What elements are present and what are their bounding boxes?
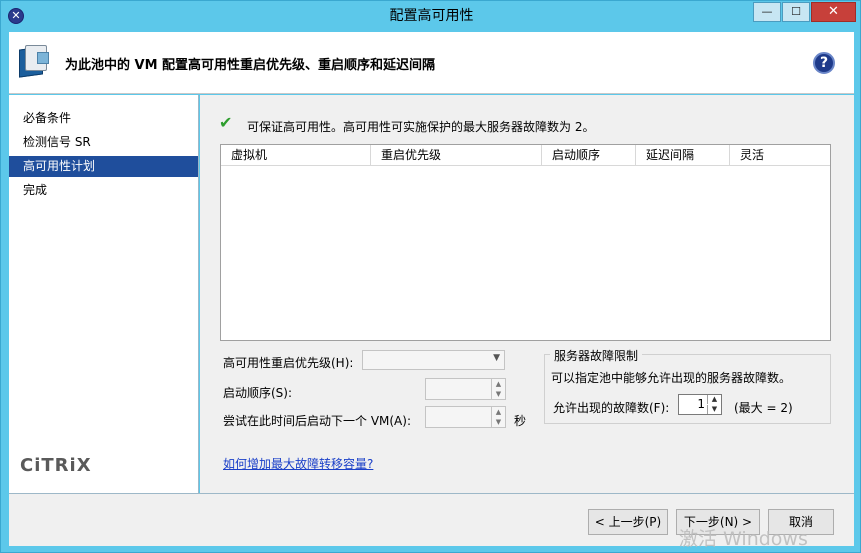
vm-table[interactable]: 虚拟机 重启优先级 启动顺序 延迟间隔 灵活 (220, 144, 831, 341)
help-icon[interactable]: ? (813, 52, 835, 74)
column-header-agile[interactable]: 灵活 (730, 145, 830, 166)
column-header-priority[interactable]: 重启优先级 (371, 145, 542, 166)
minimize-button[interactable]: — (753, 2, 781, 22)
citrix-logo: CiTRiX (20, 455, 92, 476)
close-button[interactable]: ✕ (811, 2, 856, 22)
page-title: 为此池中的 VM 配置高可用性重启优先级、重启顺序和延迟间隔 (65, 58, 436, 73)
wizard-window: ✕ 配置高可用性 — ☐ ✕ 为此池中的 VM 配置高可用性重启优先级、重启顺序… (0, 0, 861, 553)
order-stepper[interactable]: ▲ ▼ (425, 378, 506, 400)
chevron-up-icon[interactable]: ▲ (491, 379, 505, 389)
wizard-nav: 必备条件 检测信号 SR 高可用性计划 完成 CiTRiX (9, 95, 199, 493)
chevron-up-icon[interactable]: ▲ (707, 395, 721, 404)
chevron-down-icon[interactable]: ▼ (491, 417, 505, 427)
checkmark-icon: ✔ (219, 113, 233, 132)
order-label: 启动顺序(S): (223, 386, 293, 400)
column-header-vm[interactable]: 虚拟机 (221, 145, 371, 166)
main-panel: ✔ 可保证高可用性。高可用性可实施保护的最大服务器故障数为 2。 虚拟机 重启优… (200, 95, 854, 493)
column-header-order[interactable]: 启动顺序 (542, 145, 636, 166)
delay-stepper[interactable]: ▲ ▼ (425, 406, 506, 428)
server-config-icon (19, 45, 49, 78)
title-bar: ✕ 配置高可用性 — ☐ ✕ (1, 1, 861, 31)
window-title: 配置高可用性 (389, 8, 474, 24)
table-header: 虚拟机 重启优先级 启动顺序 延迟间隔 灵活 (221, 145, 830, 166)
wizard-header: 为此池中的 VM 配置高可用性重启优先级、重启顺序和延迟间隔 ? (9, 32, 854, 94)
back-button[interactable]: < 上一步(P) (588, 509, 668, 535)
chevron-up-icon[interactable]: ▲ (491, 407, 505, 417)
nav-item-finish[interactable]: 完成 (9, 180, 198, 201)
dropdown-arrow-icon: ▼ (493, 353, 500, 363)
priority-label: 高可用性重启优先级(H): (223, 356, 354, 370)
activation-watermark: 激活 Windows (679, 528, 808, 550)
group-description: 可以指定池中能够允许出现的服务器故障数。 (551, 371, 792, 385)
nav-item-heartbeat-sr[interactable]: 检测信号 SR (9, 132, 198, 153)
failures-stepper[interactable]: 1 ▲ ▼ (678, 394, 722, 415)
delay-unit: 秒 (514, 414, 527, 428)
column-header-delay[interactable]: 延迟间隔 (636, 145, 730, 166)
chevron-down-icon[interactable]: ▼ (491, 389, 505, 399)
capacity-help-link[interactable]: 如何增加最大故障转移容量? (223, 455, 373, 472)
nav-item-ha-plan[interactable]: 高可用性计划 (9, 156, 198, 177)
chevron-down-icon[interactable]: ▼ (707, 405, 721, 414)
failures-value[interactable]: 1 (697, 397, 705, 411)
group-title: 服务器故障限制 (550, 347, 643, 364)
priority-dropdown[interactable]: ▼ (362, 350, 505, 370)
status-text: 可保证高可用性。高可用性可实施保护的最大服务器故障数为 2。 (247, 120, 595, 134)
maximize-button[interactable]: ☐ (782, 2, 810, 22)
nav-item-prerequisites[interactable]: 必备条件 (9, 108, 198, 129)
failures-label: 允许出现的故障数(F): (553, 401, 670, 415)
delay-label: 尝试在此时间后启动下一个 VM(A): (223, 414, 411, 428)
failures-max: (最大 = 2) (734, 401, 793, 415)
